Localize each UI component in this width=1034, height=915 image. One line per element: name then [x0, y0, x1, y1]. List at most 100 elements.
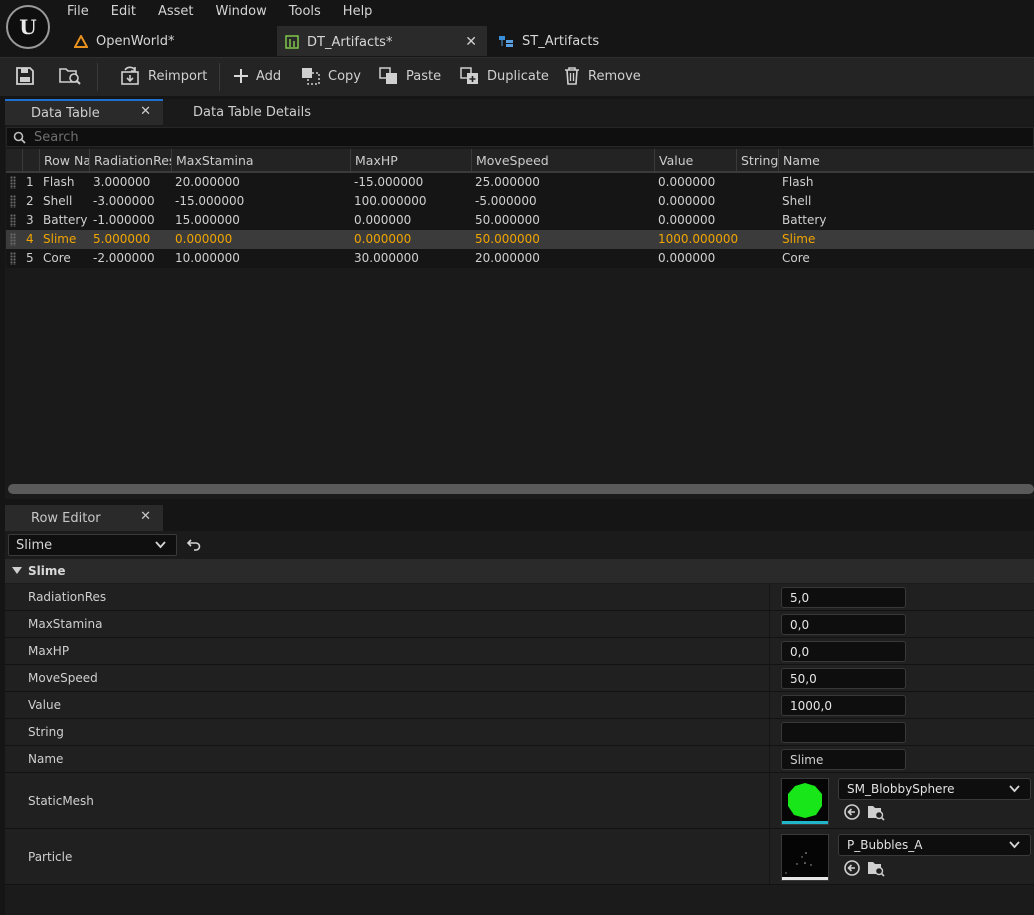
divider: [769, 611, 770, 637]
copy-icon: [302, 68, 320, 85]
cell-maxstamina: 15.000000: [175, 213, 240, 227]
prop-label: MaxStamina: [28, 617, 103, 631]
cell-name: Core: [782, 251, 810, 265]
save-button[interactable]: [15, 57, 41, 95]
doc-tab-dt-artifacts[interactable]: DT_Artifacts* ✕: [277, 26, 487, 56]
data-table-grid: Row Na RadiationRes MaxStamina MaxHP Mov…: [6, 149, 1034, 268]
reimport-button[interactable]: Reimport: [120, 57, 207, 95]
duplicate-button[interactable]: Duplicate: [459, 57, 549, 95]
prop-label: MoveSpeed: [28, 671, 98, 685]
row-index: 2: [26, 194, 34, 208]
paste-button[interactable]: Paste: [378, 57, 441, 95]
staticmesh-thumbnail[interactable]: [781, 778, 829, 825]
cell-value: 0.000000: [658, 213, 716, 227]
menu-tools[interactable]: Tools: [278, 0, 332, 24]
string-field[interactable]: [781, 722, 906, 743]
table-row[interactable]: 3 Battery -1.000000 15.000000 0.000000 5…: [6, 211, 1034, 230]
menu-file[interactable]: File: [56, 0, 100, 24]
col-header-movespeed[interactable]: MoveSpeed: [471, 149, 654, 173]
col-header-radiationres[interactable]: RadiationRes: [89, 149, 171, 173]
cell-radiationres: -2.000000: [93, 251, 155, 265]
row-select-dropdown[interactable]: Slime: [8, 534, 177, 556]
radiationres-field[interactable]: [781, 587, 906, 608]
drag-handle-icon[interactable]: [10, 214, 16, 227]
tab-data-table[interactable]: Data Table ✕: [5, 99, 163, 125]
duplicate-icon: [460, 67, 478, 84]
reset-to-default-button[interactable]: [186, 536, 202, 552]
cell-name: Slime: [782, 232, 816, 246]
menu-asset[interactable]: Asset: [147, 0, 205, 24]
drag-handle-icon[interactable]: [10, 233, 16, 246]
browse-asset-button[interactable]: [867, 859, 885, 877]
prop-row-maxhp: MaxHP: [5, 638, 1034, 665]
search-icon: [13, 131, 26, 144]
value-field[interactable]: [781, 695, 906, 716]
structure-icon: [498, 35, 514, 48]
cell-string: [736, 192, 740, 211]
cell-string: [736, 230, 740, 249]
row-index: 4: [26, 232, 34, 246]
search-input[interactable]: [34, 129, 934, 145]
cell-movespeed: 20.000000: [475, 251, 540, 265]
add-button[interactable]: Add: [232, 57, 281, 95]
col-header-maxstamina[interactable]: MaxStamina: [171, 149, 350, 173]
col-header-string[interactable]: String: [736, 149, 778, 173]
close-icon[interactable]: ✕: [140, 104, 151, 119]
tab-row-editor[interactable]: Row Editor ✕: [5, 505, 163, 531]
cell-movespeed: 50.000000: [475, 213, 540, 227]
divider: [769, 584, 770, 610]
browse-folder-icon: [59, 68, 81, 85]
unreal-logo-icon[interactable]: U: [6, 5, 50, 49]
staticmesh-picker[interactable]: SM_BlobbySphere: [838, 778, 1031, 800]
drag-handle-icon[interactable]: [10, 252, 16, 265]
row-index: 5: [26, 251, 34, 265]
datatable-icon: [285, 35, 299, 49]
menu-edit[interactable]: Edit: [100, 0, 147, 24]
use-selected-icon: [844, 860, 860, 876]
paste-label: Paste: [406, 68, 442, 84]
close-icon[interactable]: ✕: [465, 34, 477, 50]
browse-asset-button[interactable]: [867, 803, 885, 821]
doc-tab-openworld[interactable]: OpenWorld*: [66, 26, 271, 56]
tab-data-table-details[interactable]: Data Table Details: [193, 99, 311, 125]
table-row-selected[interactable]: 4 Slime 5.000000 0.000000 0.000000 50.00…: [6, 230, 1034, 249]
particle-preview-icon: [785, 852, 812, 874]
cell-radiationres: -3.000000: [93, 194, 155, 208]
table-row[interactable]: 1 Flash 3.000000 20.000000 -15.000000 25…: [6, 173, 1034, 192]
cell-maxhp: 0.000000: [354, 213, 412, 227]
prop-label: Name: [28, 752, 64, 766]
col-header-name[interactable]: Name: [778, 149, 1034, 173]
drag-handle-icon[interactable]: [10, 195, 16, 208]
name-field[interactable]: [781, 749, 906, 770]
category-header[interactable]: Slime: [5, 559, 1034, 583]
prop-label: RadiationRes: [28, 590, 107, 604]
copy-button[interactable]: Copy: [300, 57, 361, 95]
use-selected-button[interactable]: [843, 803, 861, 821]
maxstamina-field[interactable]: [781, 614, 906, 635]
particle-thumbnail[interactable]: [781, 834, 829, 881]
horizontal-scrollbar[interactable]: [8, 484, 1034, 494]
movespeed-field[interactable]: [781, 668, 906, 689]
cell-row-name: Shell: [43, 194, 73, 208]
trash-icon: [565, 67, 579, 85]
menu-window[interactable]: Window: [205, 0, 278, 24]
use-selected-button[interactable]: [843, 859, 861, 877]
cell-maxstamina: 0.000000: [175, 232, 233, 246]
col-header-maxhp[interactable]: MaxHP: [350, 149, 471, 173]
divider: [769, 773, 770, 828]
cell-string: [736, 173, 740, 192]
col-header-row-name[interactable]: Row Na: [39, 149, 89, 173]
table-row[interactable]: 2 Shell -3.000000 -15.000000 100.000000 …: [6, 192, 1034, 211]
remove-button[interactable]: Remove: [562, 57, 641, 95]
cell-value: 1000.000000: [658, 232, 739, 246]
chevron-down-icon: [155, 541, 166, 549]
maxhp-field[interactable]: [781, 641, 906, 662]
col-header-value[interactable]: Value: [654, 149, 736, 173]
drag-handle-icon[interactable]: [10, 176, 16, 189]
menu-help[interactable]: Help: [332, 0, 384, 24]
close-icon[interactable]: ✕: [140, 509, 151, 524]
particle-picker[interactable]: P_Bubbles_A: [838, 834, 1031, 856]
browse-button[interactable]: [58, 57, 88, 95]
doc-tab-st-artifacts[interactable]: ST_Artifacts: [490, 26, 650, 56]
table-row[interactable]: 5 Core -2.000000 10.000000 30.000000 20.…: [6, 249, 1034, 268]
